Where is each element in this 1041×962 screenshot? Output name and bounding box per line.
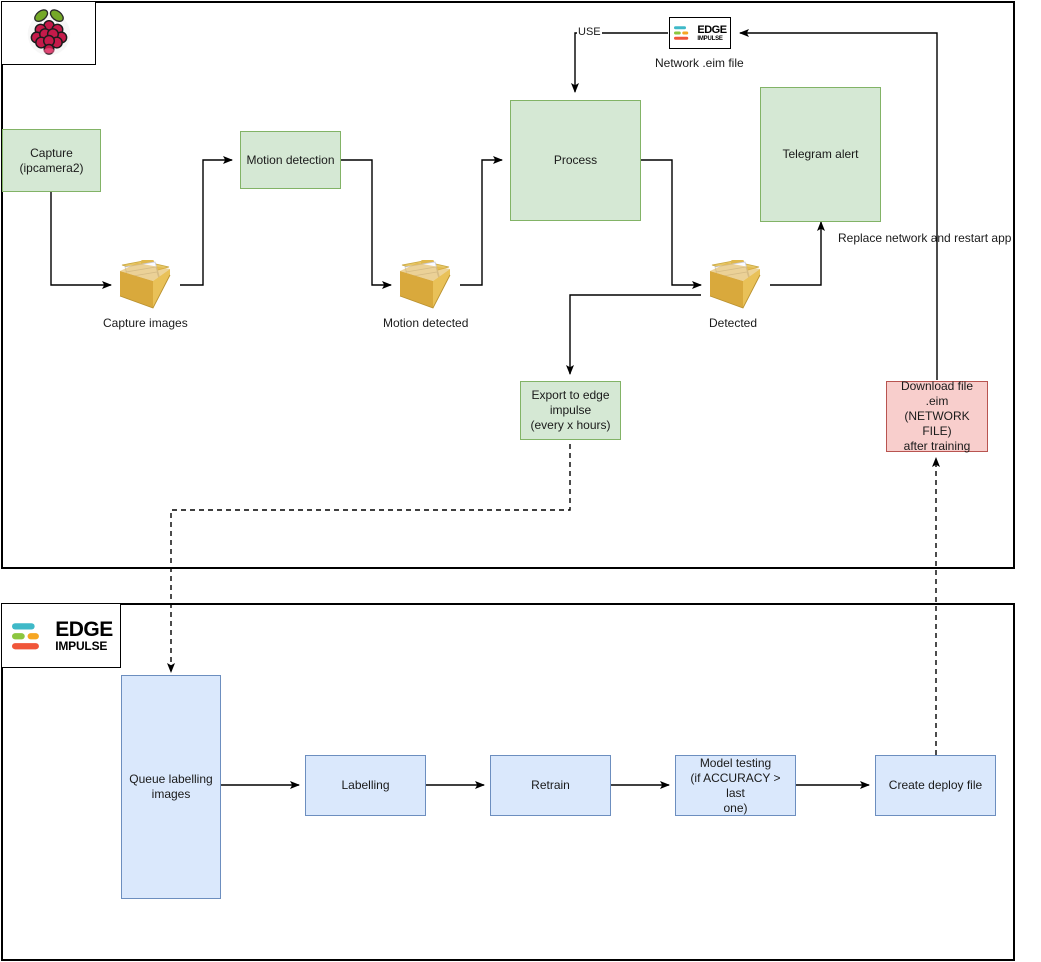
edge-capture-to-capture-images bbox=[50, 192, 112, 289]
edge-impulse-edge-text: EDGE bbox=[697, 23, 727, 36]
node-capture-line2: (ipcamera2) bbox=[19, 160, 84, 175]
node-labelling[interactable]: Labelling bbox=[305, 755, 426, 816]
use-edge-label: USE bbox=[577, 26, 602, 39]
folder-capture-images-label: Capture images bbox=[103, 316, 188, 330]
edge-impulse-wordmark-small: EDGE IMPULSE bbox=[697, 23, 727, 42]
node-motion-detection[interactable]: Motion detection bbox=[240, 131, 341, 189]
folder-detected-icon bbox=[709, 260, 761, 309]
node-download-line3: after training bbox=[903, 439, 971, 453]
network-eim-file-label: Network .eim file bbox=[655, 56, 744, 70]
raspberry-pi-icon bbox=[27, 9, 70, 56]
edge-motion-detection-to-motion-detected bbox=[341, 159, 392, 289]
node-retrain[interactable]: Retrain bbox=[490, 755, 611, 816]
node-export-line2: impulse bbox=[549, 403, 592, 417]
node-capture[interactable]: Capture (ipcamera2) bbox=[2, 129, 101, 192]
node-queue-line1: Queue labelling bbox=[129, 772, 213, 786]
edge-process-to-detected bbox=[641, 159, 702, 289]
node-queue-labelling-images[interactable]: Queue labelling images bbox=[121, 675, 221, 899]
node-create-deploy-file[interactable]: Create deploy file bbox=[875, 755, 996, 816]
edge-export-to-queue-dashed bbox=[167, 444, 571, 673]
node-download-line1: Download file .eim bbox=[900, 379, 974, 408]
node-capture-line1: Capture bbox=[30, 145, 73, 160]
edge-impulse-mark-icon bbox=[674, 26, 689, 40]
edge-impulse-logo-box-large: EDGE IMPULSE bbox=[2, 604, 121, 668]
edge-impulse-impulse-text: IMPULSE bbox=[697, 35, 723, 42]
node-telegram-alert[interactable]: Telegram alert bbox=[760, 87, 881, 222]
node-download-network-file[interactable]: Download file .eim (NETWORK FILE) after … bbox=[886, 379, 988, 453]
edge-impulse-logo-large: EDGE IMPULSE bbox=[9, 619, 113, 653]
edge-motion-detected-to-process bbox=[460, 156, 503, 286]
node-export-line3: (every x hours) bbox=[530, 418, 611, 432]
edge-capture-images-to-motion-detection bbox=[180, 156, 233, 286]
edge-impulse-impulse-text: IMPULSE bbox=[55, 639, 108, 653]
node-export-line1: Export to edge bbox=[531, 388, 610, 402]
replace-network-label: Replace network and restart app bbox=[838, 231, 1012, 245]
edge-detected-to-export bbox=[566, 294, 701, 375]
node-create-deploy-label: Create deploy file bbox=[888, 778, 983, 792]
node-queue-line2: images bbox=[151, 787, 191, 801]
edge-impulse-mark-icon bbox=[12, 622, 40, 649]
raspberry-pi-logo-box bbox=[2, 2, 96, 65]
node-model-testing-line2: (if ACCURACY > last bbox=[690, 770, 781, 800]
edge-impulse-wordmark-large: EDGE IMPULSE bbox=[55, 619, 113, 652]
node-process-label: Process bbox=[553, 153, 598, 167]
node-model-testing-line1: Model testing bbox=[699, 755, 772, 770]
node-motion-detection-label: Motion detection bbox=[246, 152, 335, 167]
folder-motion-detected-icon bbox=[399, 260, 451, 309]
edge-impulse-logo-small: EDGE IMPULSE bbox=[673, 23, 727, 42]
folder-motion-detected-label: Motion detected bbox=[383, 316, 469, 330]
diagram-canvas: EDGE IMPULSE Network .eim file USE Captu… bbox=[0, 0, 1041, 962]
node-model-testing[interactable]: Model testing (if ACCURACY > last one) bbox=[675, 755, 796, 816]
node-telegram-alert-label: Telegram alert bbox=[782, 147, 859, 161]
node-model-testing-line3: one) bbox=[723, 800, 748, 815]
edge-impulse-edge-text: EDGE bbox=[55, 618, 113, 641]
node-export-to-edge-impulse[interactable]: Export to edge impulse (every x hours) bbox=[520, 381, 621, 440]
node-download-line2: (NETWORK FILE) bbox=[904, 409, 970, 438]
node-retrain-label: Retrain bbox=[531, 778, 570, 792]
folder-detected-label: Detected bbox=[709, 316, 758, 330]
node-process[interactable]: Process bbox=[510, 100, 641, 221]
network-eim-file-logo-box[interactable]: EDGE IMPULSE bbox=[669, 17, 731, 49]
node-labelling-label: Labelling bbox=[341, 778, 390, 792]
folder-capture-images-icon bbox=[119, 260, 171, 309]
edge-detected-to-telegram-alert bbox=[770, 221, 825, 286]
